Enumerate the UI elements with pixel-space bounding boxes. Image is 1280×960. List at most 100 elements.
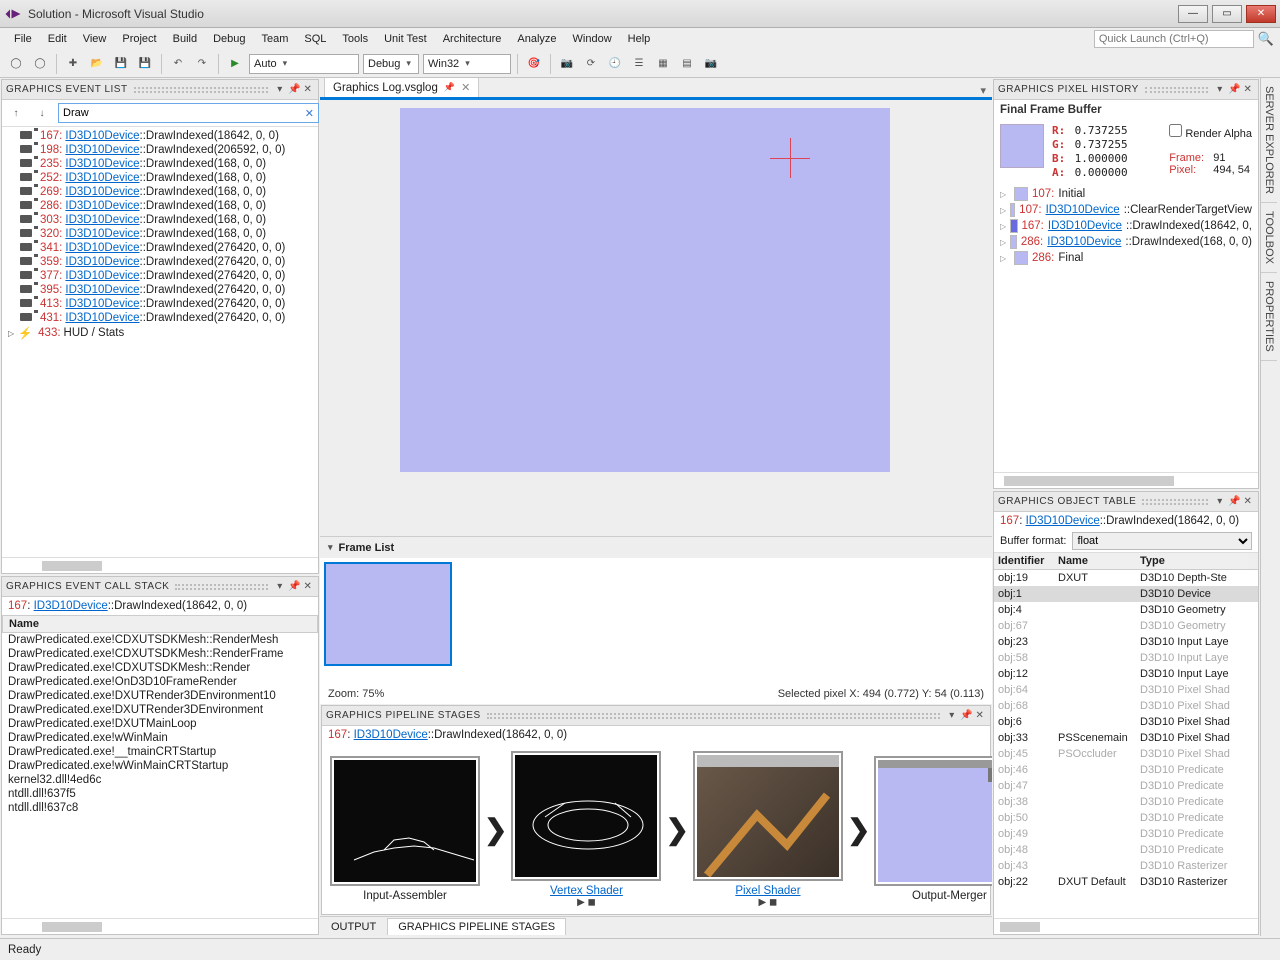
panel-pin-icon[interactable]: 📌 <box>1228 84 1240 96</box>
event-link[interactable]: ID3D10Device <box>65 256 139 268</box>
event-row[interactable]: 320: ID3D10Device::DrawIndexed(168, 0, 0… <box>2 227 318 241</box>
menu-team[interactable]: Team <box>254 31 297 47</box>
event-link[interactable]: ID3D10Device <box>65 214 139 226</box>
callstack-row[interactable]: ntdll.dll!637c8 <box>2 801 318 815</box>
pixelhist-link[interactable]: ID3D10Device <box>1048 220 1122 232</box>
platform-config-combo[interactable]: Debug <box>363 54 419 74</box>
menu-project[interactable]: Project <box>114 31 164 47</box>
h-scrollbar[interactable] <box>2 918 318 934</box>
pixel-history-row[interactable]: 107: ID3D10Device::ClearRenderTargetView <box>996 202 1256 218</box>
object-table-row[interactable]: obj:50D3D10 Predicate <box>994 810 1258 826</box>
solution-config-combo[interactable]: Auto <box>249 54 359 74</box>
object-table-row[interactable]: obj:4D3D10 Geometry <box>994 602 1258 618</box>
menu-view[interactable]: View <box>75 31 115 47</box>
h-scrollbar[interactable] <box>2 557 318 573</box>
stop-icon[interactable]: ◼ <box>588 897 596 908</box>
event-link[interactable]: ID3D10Device <box>65 228 139 240</box>
table-icon[interactable]: ▤ <box>677 54 697 74</box>
h-scrollbar[interactable] <box>994 472 1258 488</box>
object-table-row[interactable]: obj:23D3D10 Input Laye <box>994 634 1258 650</box>
panel-close-icon[interactable]: ✕ <box>302 581 314 593</box>
sidetab-properties[interactable]: PROPERTIES <box>1261 273 1277 361</box>
capture-icon[interactable]: 🎯 <box>524 54 544 74</box>
callstack-row[interactable]: kernel32.dll!4ed6c <box>2 773 318 787</box>
panel-dropdown-icon[interactable]: ▾ <box>946 710 958 722</box>
callstack-row[interactable]: DrawPredicated.exe!CDXUTSDKMesh::Render <box>2 661 318 675</box>
pixelhist-link[interactable]: ID3D10Device <box>1046 204 1120 216</box>
pipeline-ref-link[interactable]: ID3D10Device <box>354 729 428 741</box>
maximize-button[interactable]: ▭ <box>1212 5 1242 23</box>
refresh-icon[interactable]: ⟳ <box>581 54 601 74</box>
event-link[interactable]: ID3D10Device <box>65 270 139 282</box>
event-row[interactable]: 269: ID3D10Device::DrawIndexed(168, 0, 0… <box>2 185 318 199</box>
panel-dropdown-icon[interactable]: ▾ <box>1214 496 1226 508</box>
doc-tab-graphicslog[interactable]: Graphics Log.vsglog 📌 ✕ <box>324 78 479 97</box>
event-link[interactable]: ID3D10Device <box>65 200 139 212</box>
save-icon[interactable]: 💾 <box>111 54 131 74</box>
event-row[interactable]: ⚡433: HUD / Stats <box>2 325 318 341</box>
object-table-row[interactable]: obj:64D3D10 Pixel Shad <box>994 682 1258 698</box>
panel-close-icon[interactable]: ✕ <box>1242 496 1254 508</box>
menu-file[interactable]: File <box>6 31 40 47</box>
camera2-icon[interactable]: 📷 <box>701 54 721 74</box>
callstack-row[interactable]: DrawPredicated.exe!OnD3D10FrameRender <box>2 675 318 689</box>
object-table-row[interactable]: obj:48D3D10 Predicate <box>994 842 1258 858</box>
object-table-row[interactable]: obj:45PSOccluderD3D10 Pixel Shad <box>994 746 1258 762</box>
panel-pin-icon[interactable]: 📌 <box>288 581 300 593</box>
event-row[interactable]: 252: ID3D10Device::DrawIndexed(168, 0, 0… <box>2 171 318 185</box>
quick-launch-input[interactable] <box>1094 30 1254 48</box>
grid-icon[interactable]: ▦ <box>653 54 673 74</box>
object-table-row[interactable]: obj:33PSScenemainD3D10 Pixel Shad <box>994 730 1258 746</box>
close-button[interactable]: ✕ <box>1246 5 1276 23</box>
event-row[interactable]: 286: ID3D10Device::DrawIndexed(168, 0, 0… <box>2 199 318 213</box>
pixel-history-row[interactable]: 286: ID3D10Device::DrawIndexed(168, 0, 0… <box>996 234 1256 250</box>
menu-sql[interactable]: SQL <box>296 31 334 47</box>
menu-debug[interactable]: Debug <box>205 31 253 47</box>
close-tab-icon[interactable]: ✕ <box>461 81 470 94</box>
pipeline-stage-ps[interactable]: Pixel Shader ▶ ◼ <box>693 751 843 908</box>
render-alpha-checkbox[interactable] <box>1169 124 1182 137</box>
object-table-row[interactable]: obj:46D3D10 Predicate <box>994 762 1258 778</box>
object-table-header[interactable]: Identifier Name Type <box>994 553 1258 570</box>
h-scrollbar[interactable] <box>994 918 1258 934</box>
panel-close-icon[interactable]: ✕ <box>1242 84 1254 96</box>
object-table-row[interactable]: obj:67D3D10 Geometry <box>994 618 1258 634</box>
target-config-combo[interactable]: Win32 <box>423 54 511 74</box>
event-row[interactable]: 395: ID3D10Device::DrawIndexed(276420, 0… <box>2 283 318 297</box>
object-table-row[interactable]: obj:68D3D10 Pixel Shad <box>994 698 1258 714</box>
pixelhist-link[interactable]: ID3D10Device <box>1047 236 1121 248</box>
start-debug-icon[interactable]: ▶ <box>225 54 245 74</box>
event-link[interactable]: ID3D10Device <box>65 242 139 254</box>
list-icon[interactable]: ☰ <box>629 54 649 74</box>
menu-build[interactable]: Build <box>165 31 205 47</box>
event-link[interactable]: ID3D10Device <box>65 144 139 156</box>
panel-dropdown-icon[interactable]: ▾ <box>1214 84 1226 96</box>
panel-dropdown-icon[interactable]: ▾ <box>274 84 286 96</box>
object-table-row[interactable]: obj:49D3D10 Predicate <box>994 826 1258 842</box>
callstack-row[interactable]: DrawPredicated.exe!DXUTMainLoop <box>2 717 318 731</box>
event-link[interactable]: ID3D10Device <box>65 158 139 170</box>
frame-thumb[interactable] <box>324 562 452 666</box>
event-link[interactable]: ID3D10Device <box>65 298 139 310</box>
pixel-history-row[interactable]: 107: Initial <box>996 186 1256 202</box>
pixel-shader-link[interactable]: Pixel Shader <box>735 885 800 897</box>
object-table-row[interactable]: obj:19DXUTD3D10 Depth-Ste <box>994 570 1258 586</box>
menu-analyze[interactable]: Analyze <box>509 31 564 47</box>
panel-pin-icon[interactable]: 📌 <box>1228 496 1240 508</box>
vertex-shader-link[interactable]: Vertex Shader <box>550 885 623 897</box>
search-icon[interactable]: 🔍 <box>1258 31 1274 47</box>
object-table-row[interactable]: obj:1D3D10 Device <box>994 586 1258 602</box>
tab-pipeline[interactable]: GRAPHICS PIPELINE STAGES <box>387 918 566 935</box>
menu-window[interactable]: Window <box>565 31 620 47</box>
menu-edit[interactable]: Edit <box>40 31 75 47</box>
frame-list-header[interactable]: Frame List <box>320 536 992 558</box>
event-row[interactable]: 377: ID3D10Device::DrawIndexed(276420, 0… <box>2 269 318 283</box>
play-icon[interactable]: ▶ <box>759 897 767 908</box>
object-table-row[interactable]: obj:22DXUT DefaultD3D10 Rasterizer <box>994 874 1258 890</box>
callstack-header[interactable]: Name <box>2 615 318 633</box>
clear-filter-icon[interactable]: ✕ <box>305 107 314 120</box>
pin-icon[interactable]: 📌 <box>444 82 455 93</box>
stop-icon[interactable]: ◼ <box>769 897 777 908</box>
callstack-row[interactable]: DrawPredicated.exe!DXUTRender3DEnvironme… <box>2 689 318 703</box>
object-table-row[interactable]: obj:43D3D10 Rasterizer <box>994 858 1258 874</box>
